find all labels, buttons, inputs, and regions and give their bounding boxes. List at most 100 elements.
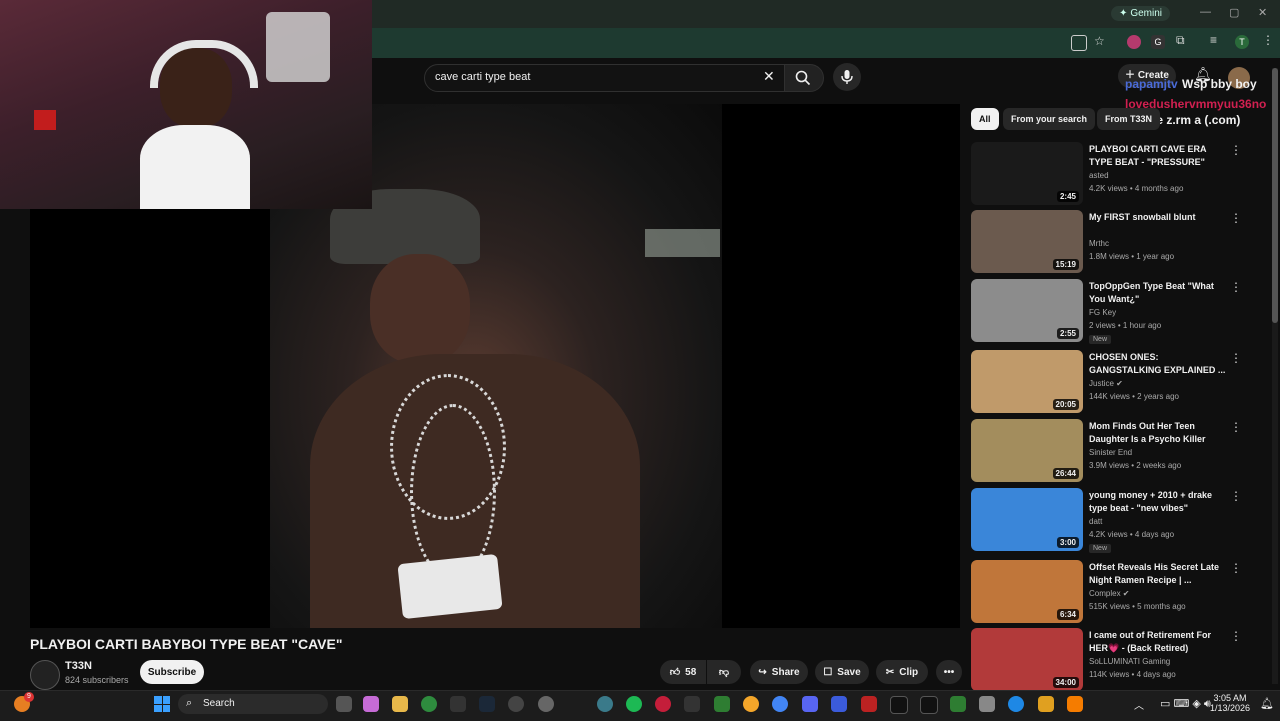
rec-more-icon[interactable]: ⋮: [1230, 351, 1242, 365]
voice-search-button[interactable]: [833, 63, 861, 91]
rec-title[interactable]: Offset Reveals His Secret Late Night Ram…: [1089, 561, 1229, 587]
clear-search-icon[interactable]: ✕: [763, 68, 775, 85]
filter-chip-from-channel[interactable]: From T33N: [1097, 108, 1161, 130]
webcam-overlay: [0, 0, 372, 209]
tiktok-icon[interactable]: [920, 696, 938, 714]
more-actions-button[interactable]: •••: [936, 660, 962, 684]
notification-bell-icon[interactable]: 🔔︎: [1260, 697, 1274, 710]
app-icon[interactable]: [450, 696, 466, 712]
bookmark-star-icon[interactable]: ☆: [1094, 34, 1105, 48]
taskbar-clock[interactable]: 3:05 AM 1/13/2026: [1208, 693, 1252, 713]
discord-icon[interactable]: [802, 696, 818, 712]
app-icon[interactable]: [597, 696, 613, 712]
rec-thumbnail[interactable]: 15:19: [971, 210, 1083, 273]
capcut-icon[interactable]: [684, 696, 700, 712]
rec-channel[interactable]: asted: [1089, 171, 1109, 180]
rec-channel[interactable]: datt: [1089, 517, 1102, 526]
app-icon[interactable]: [743, 696, 759, 712]
rec-channel[interactable]: FG Key: [1089, 308, 1116, 317]
rec-more-icon[interactable]: ⋮: [1230, 489, 1242, 503]
app-icon[interactable]: [1008, 696, 1024, 712]
close-window-button[interactable]: ✕: [1258, 6, 1267, 19]
opera-icon[interactable]: [655, 696, 671, 712]
reading-list-icon[interactable]: ≡: [1210, 33, 1217, 47]
chevron-up-icon[interactable]: ︿: [1134, 697, 1144, 712]
settings-gear-icon[interactable]: [538, 696, 554, 712]
rec-thumbnail[interactable]: 20:05: [971, 350, 1083, 413]
rec-title[interactable]: PLAYBOI CARTI CAVE ERA TYPE BEAT - "PRES…: [1089, 143, 1229, 169]
save-button[interactable]: ☐ Save: [815, 660, 869, 684]
gemini-button[interactable]: ✦ Gemini: [1111, 6, 1170, 21]
install-app-icon[interactable]: [1071, 35, 1087, 51]
rec-title[interactable]: Mom Finds Out Her Teen Daughter Is a Psy…: [1089, 420, 1229, 446]
browser-menu-icon[interactable]: ⋮: [1262, 33, 1274, 47]
rec-thumbnail[interactable]: 6:34: [971, 560, 1083, 623]
rec-more-icon[interactable]: ⋮: [1230, 561, 1242, 575]
extension-shield-icon[interactable]: [1127, 35, 1141, 49]
search-box[interactable]: cave carti type beat ✕: [424, 64, 786, 92]
rec-thumbnail[interactable]: 26:44: [971, 419, 1083, 482]
app-icon[interactable]: [1038, 696, 1054, 712]
rec-title[interactable]: TopOppGen Type Beat "What You Want¿": [1089, 280, 1229, 306]
channel-avatar[interactable]: [30, 660, 60, 690]
rec-channel[interactable]: Mrthc: [1089, 239, 1109, 248]
minimize-button[interactable]: —: [1200, 6, 1211, 18]
spotify-icon[interactable]: [626, 696, 642, 712]
subscribe-button[interactable]: Subscribe: [140, 660, 204, 684]
page-scrollbar[interactable]: [1272, 68, 1278, 684]
rec-channel[interactable]: Justice ✔: [1089, 379, 1123, 388]
gemini-label: Gemini: [1130, 8, 1162, 19]
task-view-icon[interactable]: [336, 696, 352, 712]
app-icon[interactable]: [979, 696, 995, 712]
rec-channel[interactable]: Complex ✔: [1089, 589, 1130, 598]
rec-more-icon[interactable]: ⋮: [1230, 280, 1242, 294]
share-icon: ↪: [758, 666, 767, 678]
rec-more-icon[interactable]: ⋮: [1230, 211, 1242, 225]
filter-chip-from-search[interactable]: From your search: [1003, 108, 1096, 130]
app-icon[interactable]: [508, 696, 524, 712]
rec-more-icon[interactable]: ⋮: [1230, 420, 1242, 434]
search-button[interactable]: [784, 64, 824, 92]
maximize-button[interactable]: ▢: [1229, 6, 1239, 19]
scrollbar-thumb[interactable]: [1272, 68, 1278, 323]
search-input[interactable]: cave carti type beat: [435, 71, 530, 83]
channel-name[interactable]: T33N: [65, 660, 92, 672]
profile-icon[interactable]: T: [1235, 35, 1249, 49]
rec-thumbnail[interactable]: 2:45: [971, 142, 1083, 205]
extension-g-icon[interactable]: G: [1151, 35, 1165, 49]
steam-icon[interactable]: [479, 696, 495, 712]
app-icon[interactable]: [861, 696, 877, 712]
taskbar-search[interactable]: ⌕ Search: [178, 694, 328, 714]
dislike-button[interactable]: 👎︎: [707, 660, 741, 684]
search-icon: [795, 70, 811, 86]
xbox-icon[interactable]: [421, 696, 437, 712]
active-app-icon[interactable]: [714, 696, 730, 712]
rec-thumbnail[interactable]: 34:00: [971, 628, 1083, 691]
app-icon[interactable]: [950, 696, 966, 712]
copilot-icon[interactable]: [363, 696, 379, 712]
rec-duration: 6:34: [1056, 609, 1079, 620]
rec-title[interactable]: I came out of Retirement For HER💗 - (Bac…: [1089, 629, 1229, 655]
start-windows-icon[interactable]: [154, 696, 170, 712]
filter-chip-all[interactable]: All: [971, 108, 999, 130]
like-button[interactable]: 👍︎ 58: [660, 660, 706, 684]
scissors-icon: ✂: [885, 666, 895, 678]
rec-title[interactable]: My FIRST snowball blunt: [1089, 211, 1229, 224]
rec-more-icon[interactable]: ⋮: [1230, 629, 1242, 643]
rec-channel[interactable]: SoLLUMINATI Gaming: [1089, 657, 1170, 666]
app-icon[interactable]: [890, 696, 908, 714]
share-button[interactable]: ↪ Share: [750, 660, 808, 684]
chrome-icon[interactable]: [772, 696, 788, 712]
rec-thumbnail[interactable]: 3:00: [971, 488, 1083, 551]
system-tray-icons[interactable]: ▭ ⌨ ◈ 🔊︎: [1160, 697, 1211, 711]
rec-thumbnail[interactable]: 2:55: [971, 279, 1083, 342]
file-explorer-icon[interactable]: [392, 696, 408, 712]
app-icon[interactable]: [1067, 696, 1083, 712]
extensions-puzzle-icon[interactable]: ⧉: [1176, 33, 1185, 48]
rec-title[interactable]: CHOSEN ONES: GANGSTALKING EXPLAINED ...: [1089, 351, 1229, 377]
rec-more-icon[interactable]: ⋮: [1230, 143, 1242, 157]
clip-button[interactable]: ✂ Clip: [876, 660, 928, 684]
app-icon[interactable]: [831, 696, 847, 712]
rec-channel[interactable]: Sinister End: [1089, 448, 1132, 457]
rec-title[interactable]: young money + 2010 + drake type beat - "…: [1089, 489, 1229, 515]
